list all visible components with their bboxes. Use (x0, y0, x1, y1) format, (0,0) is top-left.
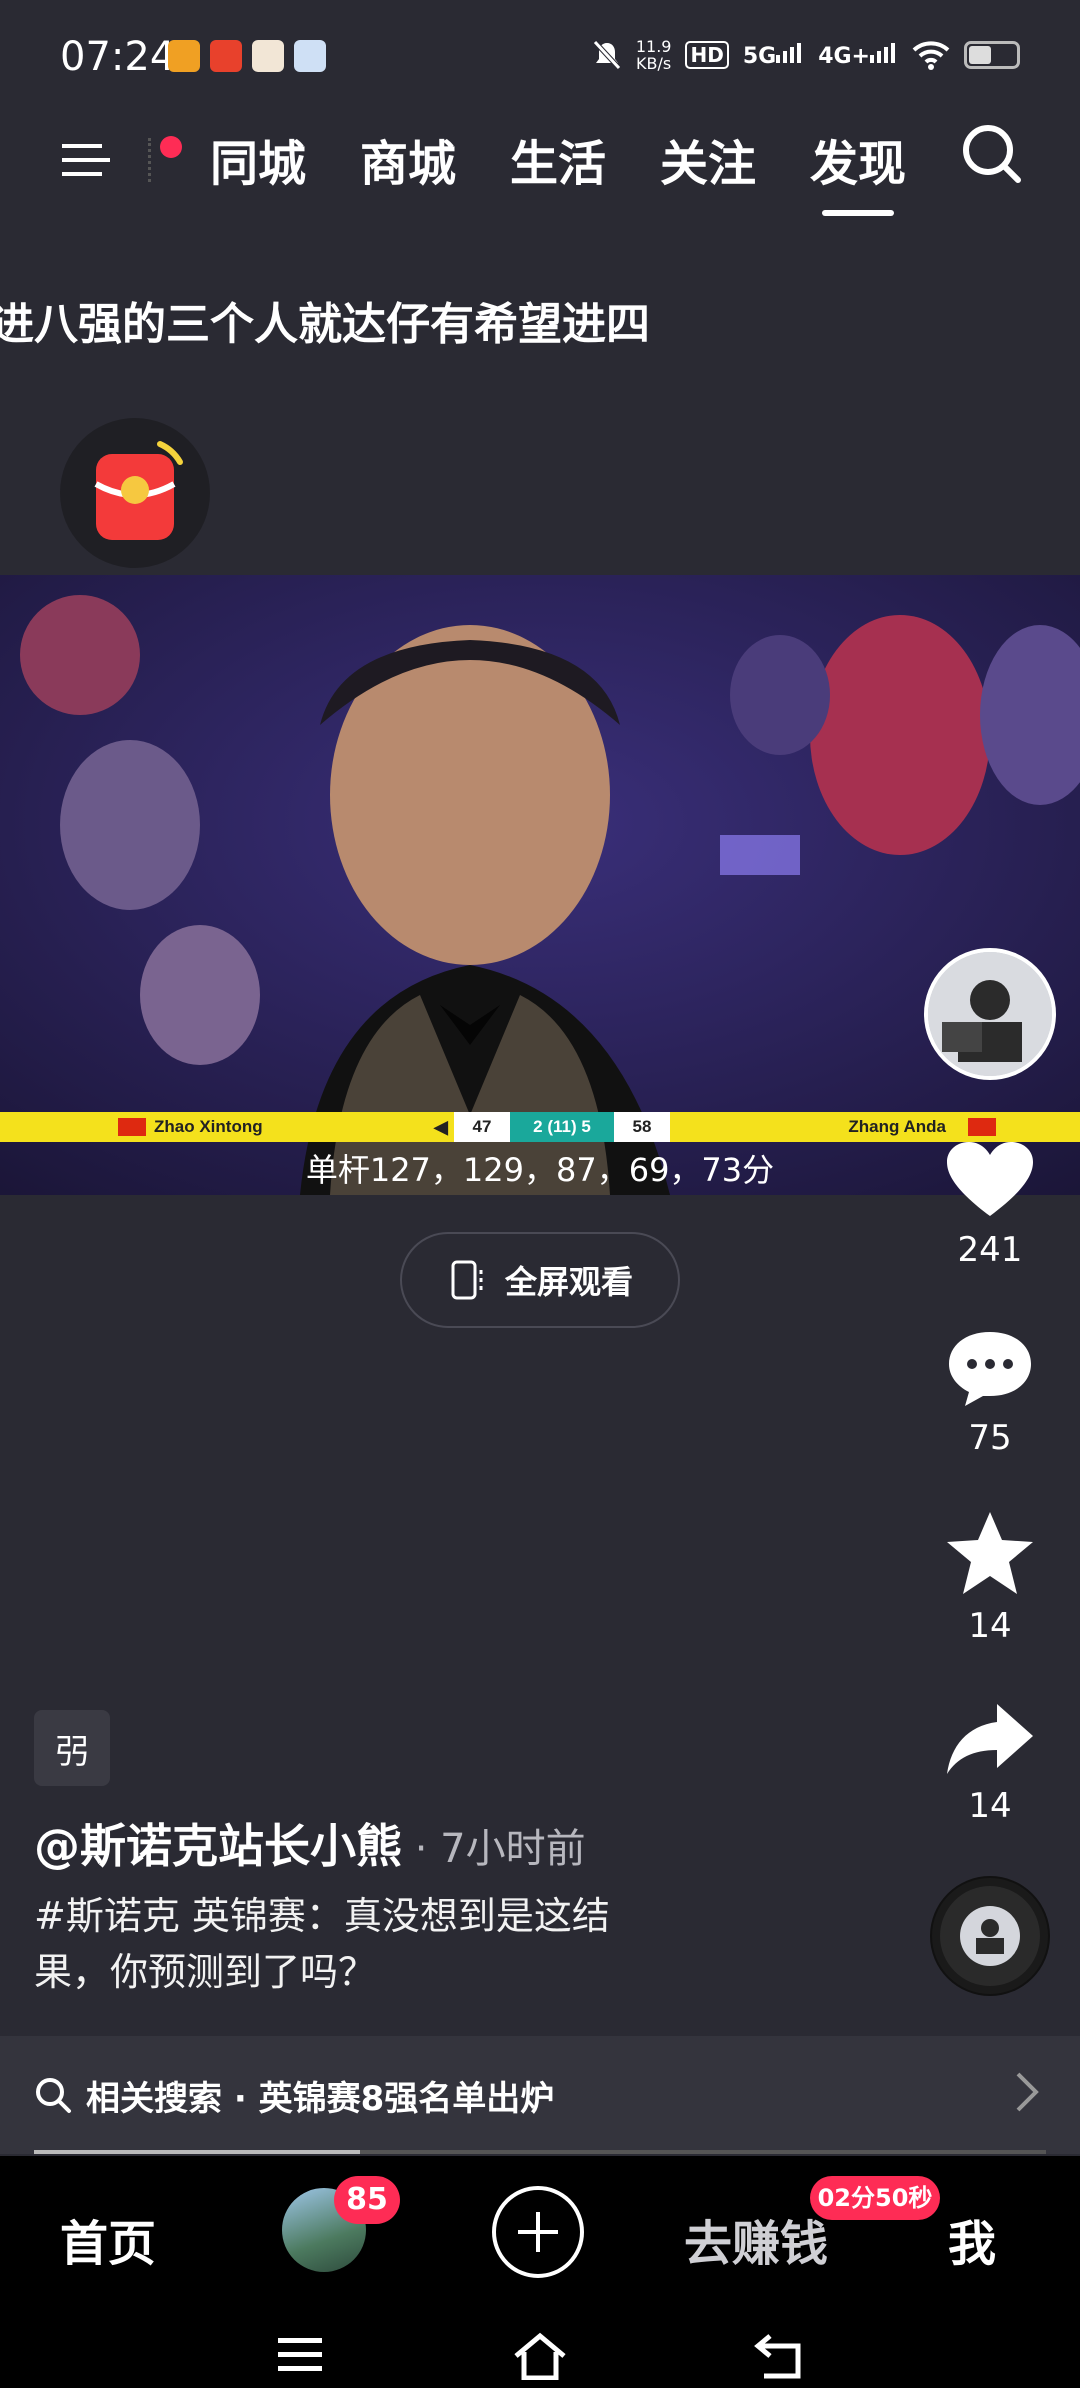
mute-icon (593, 40, 621, 70)
author-line: @斯诺克站长小熊 · 7小时前 (34, 1810, 586, 1876)
search-icon (36, 2078, 71, 2113)
video-frame (0, 575, 1080, 1195)
right-player-name: Zhang Anda (848, 1117, 946, 1136)
post-time: · 7小时前 (402, 1826, 586, 1872)
menu-button[interactable] (60, 128, 182, 188)
nav-earn[interactable]: 去赚钱 (684, 2204, 828, 2274)
chevron-right-icon (1016, 2072, 1039, 2112)
top-nav: 同城 商城 生活 关注 发现 (0, 110, 1080, 216)
search-button[interactable] (960, 122, 1024, 186)
earn-timer-badge: 02分50秒 (810, 2176, 940, 2220)
comment-icon (949, 1332, 1031, 1406)
video-progress-bar[interactable] (34, 2150, 1046, 2154)
notification-icons (168, 40, 326, 72)
signal-4g-icon: 4G+ (818, 41, 898, 69)
nav-me[interactable]: 我 (948, 2204, 996, 2274)
video-description[interactable]: #斯诺克 英锦赛：真没想到是这结果，你预测到了吗？ (34, 1888, 674, 2000)
status-bar: 07:24 11.9 KB/s HD 5G 4G+ (0, 0, 1080, 120)
system-nav-bar (0, 2308, 1080, 2388)
author-avatar[interactable] (924, 948, 1056, 1080)
right-points: 58 (614, 1112, 670, 1142)
fullscreen-button[interactable]: 全屏观看 (400, 1232, 680, 1328)
video-subtitle: 单杆127，129，87，69，73分 (305, 1151, 775, 1189)
recents-icon (278, 2338, 322, 2371)
recents-button[interactable] (272, 2330, 328, 2380)
app-notification-icon (294, 40, 326, 72)
share-icon (947, 1704, 1033, 1774)
author-name[interactable]: @斯诺克站长小熊 (34, 1819, 402, 1873)
rotate-screen-icon (451, 1260, 483, 1300)
red-packet-button[interactable] (60, 418, 210, 568)
related-search-bar[interactable]: 相关搜索 · 英锦赛8强名单出炉 (0, 2036, 1080, 2154)
avatar-image (928, 952, 1052, 1076)
share-button[interactable]: 14 (930, 1700, 1050, 1826)
tag-chip[interactable]: 弜 (34, 1710, 110, 1786)
music-disc[interactable] (930, 1876, 1050, 1996)
status-time: 07:24 (60, 34, 176, 80)
menu-icon (62, 144, 110, 176)
home-icon (514, 2332, 566, 2381)
search-icon (963, 125, 1021, 183)
bottom-nav: 首页 85 去赚钱 02分50秒 我 (0, 2156, 1080, 2308)
hd-icon: HD (685, 41, 729, 69)
wifi-icon (912, 41, 950, 70)
nav-divider (148, 138, 151, 182)
back-button[interactable] (752, 2330, 808, 2380)
related-search-label: 相关搜索 · 英锦赛8强名单出炉 (86, 2078, 555, 2119)
like-count: 241 (957, 1230, 1023, 1270)
favorite-count: 14 (968, 1606, 1012, 1646)
red-packet-icon (94, 441, 183, 540)
net-speed: 11.9 KB/s (635, 37, 672, 73)
star-icon (947, 1512, 1033, 1594)
create-button[interactable] (492, 2186, 584, 2278)
tab-discover[interactable]: 发现 (810, 124, 906, 216)
tab-tongcheng[interactable]: 同城 (210, 124, 306, 194)
like-button[interactable]: 241 (930, 1140, 1050, 1270)
fullscreen-label: 全屏观看 (504, 1263, 633, 1301)
comment-button[interactable]: 75 (930, 1328, 1050, 1458)
app-notification-icon (168, 40, 200, 72)
home-button[interactable] (510, 2330, 566, 2381)
notification-dot (160, 136, 182, 158)
china-flag-icon (968, 1118, 996, 1136)
break-indicator-icon: ◀ (434, 1116, 448, 1137)
scoreboard: Zhao Xintong ◀ 47 2 (11) 5 58 Zhang Anda (0, 1112, 1080, 1142)
nav-home[interactable]: 首页 (60, 2204, 156, 2274)
tab-life[interactable]: 生活 (510, 124, 606, 194)
frame-score: 2 (11) 5 (510, 1112, 614, 1142)
app-notification-icon (252, 40, 284, 72)
scrolling-headline: 进八强的三个人就达仔有希望进四 (0, 299, 650, 350)
music-disc-icon (932, 1878, 1048, 1994)
signal-5g-icon: 5G (743, 41, 804, 69)
comment-count: 75 (968, 1418, 1012, 1458)
heart-icon (947, 1142, 1033, 1216)
app-notification-icon (210, 40, 242, 72)
friends-badge: 85 (334, 2176, 400, 2224)
battery-icon (964, 41, 1020, 69)
tab-following[interactable]: 关注 (660, 124, 756, 194)
share-count: 14 (968, 1786, 1012, 1826)
status-indicators: 11.9 KB/s HD 5G 4G+ (592, 38, 1020, 72)
china-flag-icon (118, 1118, 146, 1136)
tab-mall[interactable]: 商城 (360, 124, 456, 194)
back-icon (754, 2334, 801, 2379)
video-player[interactable]: Zhao Xintong ◀ 47 2 (11) 5 58 Zhang Anda… (0, 575, 1080, 1195)
favorite-button[interactable]: 14 (930, 1510, 1050, 1646)
left-points: 47 (454, 1112, 510, 1142)
left-player-name: Zhao Xintong (154, 1117, 263, 1136)
